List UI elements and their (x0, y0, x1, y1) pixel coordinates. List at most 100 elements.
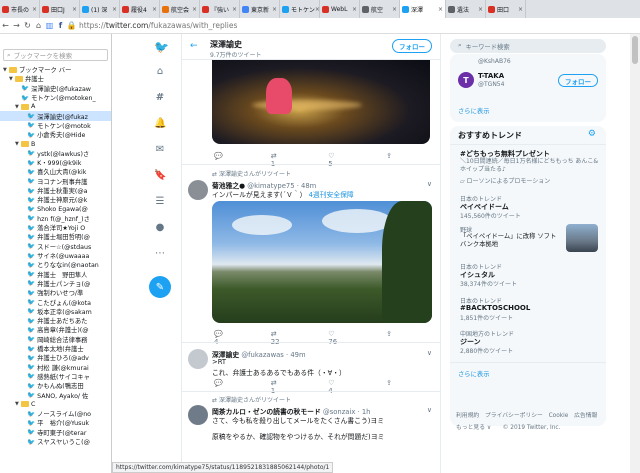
reload-icon[interactable]: ↻ (22, 21, 33, 30)
explore-hashtag-icon[interactable]: # (154, 92, 166, 103)
bookmarks-nav-icon[interactable]: 🔖 (154, 170, 166, 181)
reply-icon[interactable]: 💬 (214, 152, 223, 168)
browser-tab[interactable]: WebL × (320, 0, 360, 18)
messages-envelope-icon[interactable]: ✉ (154, 144, 166, 155)
retweet-button[interactable]: ⇄ 1 (271, 152, 281, 168)
tab-close-icon[interactable]: × (478, 6, 483, 13)
bookmark-item[interactable]: 🐦 高島章(弁護士)(@ (0, 325, 111, 335)
bookmark-item[interactable]: 🐦 弁護士 野田隼人 (0, 270, 111, 279)
like-button[interactable]: ♡ 76 (328, 330, 338, 346)
chevron-down-icon[interactable]: ∨ (427, 349, 432, 357)
home-icon[interactable]: ⌂ (33, 21, 44, 30)
bookmark-item[interactable]: 🐦 小倉秀夫(@Hide (0, 130, 111, 140)
like-button[interactable]: ♡ 5 (328, 152, 338, 168)
bookmark-item[interactable]: 🐦 岡崎総合法律事務 (0, 335, 111, 344)
news-headline[interactable]: 「ペイペイドーム」に改称 ソフトバンク本拠地 (460, 233, 560, 249)
bookmark-item[interactable]: 🐦 深澤諭史(@fukazaw (0, 84, 111, 93)
browser-tab[interactable]: 田口 × (486, 0, 526, 18)
browser-tab[interactable]: 遺法 × (446, 0, 486, 18)
notifications-bell-icon[interactable]: 🔔 (154, 118, 166, 129)
browser-tab[interactable]: 航空会 × (160, 0, 200, 18)
reply-icon[interactable]: 💬 4 (214, 330, 223, 346)
compose-tweet-button[interactable]: ✎ (149, 276, 171, 298)
tab-close-icon[interactable]: × (438, 6, 443, 13)
bookmark-folder[interactable]: ▼ A (0, 102, 111, 111)
home-nav-icon[interactable]: ⌂ (154, 66, 166, 77)
bookmark-folder[interactable]: ▼ C (0, 400, 111, 409)
bookmark-item[interactable]: 🐦 弁護士堀田哲明(@ (0, 232, 111, 242)
bookmark-item[interactable]: 🐦 hzn f(@_hznf_)さ (0, 214, 111, 223)
chevron-down-icon[interactable]: ∨ (427, 406, 432, 414)
tab-close-icon[interactable]: × (272, 6, 277, 13)
news-thumbnail[interactable] (566, 224, 598, 252)
account-handle[interactable]: @KshAB76 (478, 58, 511, 65)
scrollbar-thumb[interactable] (632, 36, 638, 64)
follow-button[interactable]: フォロー (558, 74, 598, 87)
bookmark-item[interactable]: 🐦 弁護士秋重実(@a (0, 186, 111, 196)
browser-tab[interactable]: 航空 × (360, 0, 400, 18)
show-more-link[interactable]: さらに表示 (458, 106, 489, 115)
share-icon[interactable]: ⇪ (386, 330, 392, 346)
page-scrollbar[interactable] (630, 34, 640, 473)
bookmark-item[interactable]: 🐦 モトケン(@motok (0, 121, 111, 130)
tab-close-icon[interactable]: × (232, 6, 237, 13)
tab-close-icon[interactable]: × (518, 6, 523, 13)
bookmark-item[interactable]: 🐦 橋本太地(弁護士 (0, 344, 111, 354)
share-icon[interactable]: ⇪ (386, 379, 392, 395)
avatar[interactable] (188, 180, 208, 200)
bookmark-item[interactable]: 🐦 ystk(@lawkus)さ (0, 149, 111, 158)
bookmark-item[interactable]: 🐦 弁護士神原元(@k (0, 195, 111, 205)
bookmark-folder[interactable]: ▼ 弁護士 (0, 74, 111, 83)
gear-icon[interactable]: ⚙ (588, 129, 596, 139)
bookmark-folder[interactable]: ▼ ブックマーク バー (0, 65, 111, 74)
url-text[interactable]: https://twitter.com/fukazawas/with_repli… (79, 21, 237, 30)
bookmark-item[interactable]: 🐦 寺町東子(@terar (0, 428, 111, 437)
back-icon[interactable]: ← (0, 21, 11, 30)
tab-close-icon[interactable]: × (72, 6, 77, 13)
bookmark-sidebar-icon[interactable]: ▥ (44, 21, 55, 30)
follow-button[interactable]: フォロー (392, 39, 432, 53)
avatar[interactable] (188, 349, 208, 369)
bookmark-search-input[interactable]: ⌕ ブックマークを検索 (3, 49, 108, 61)
retweet-button[interactable]: ⇄ 1 (271, 379, 281, 395)
bookmark-item[interactable]: 🐦 深澤諭史(@fukaz (0, 111, 111, 121)
bookmark-item[interactable]: 🐦 K・999(@k9ik (0, 158, 111, 168)
bookmark-item[interactable]: 🐦 モトケン(@motoken_ (0, 93, 111, 103)
browser-tab[interactable]: 東京新 × (240, 0, 280, 18)
tab-close-icon[interactable]: × (112, 6, 117, 13)
bookmark-item[interactable]: 🐦 SANO, Ayako/ 佐 (0, 390, 111, 400)
bookmark-item[interactable]: 🐦 坂本正幸(@sakam (0, 307, 111, 316)
like-button[interactable]: ♡ 4 (328, 379, 338, 395)
share-icon[interactable]: ⇪ (386, 152, 392, 168)
bookmark-item[interactable]: 🐦 サイネ(@uwaaaa (0, 251, 111, 261)
bookmark-item[interactable]: 🐦 Shoko Egawa(@ (0, 204, 111, 213)
bookmark-item[interactable]: 🐦 強制わいせつ/準 (0, 288, 111, 298)
trend-name[interactable]: #BACKTOSCHOOL (460, 304, 530, 312)
browser-tab[interactable]: 深澤 × (400, 0, 446, 18)
footer-copyright[interactable]: もっと見る ∨ © 2019 Twitter, Inc. (456, 422, 560, 431)
reply-icon[interactable]: 💬 (214, 379, 223, 395)
bookmark-item[interactable]: 🐦 弁護士ひろ(@adv (0, 353, 111, 363)
bookmark-item[interactable]: 🐦 弁護士パンチョ(@ (0, 279, 111, 288)
footer-links[interactable]: 利用規約 プライバシーポリシー Cookie 広告情報 (456, 410, 597, 419)
browser-tab[interactable]: 田口J × (40, 0, 80, 18)
landscape-photo[interactable] (212, 201, 432, 323)
night-city-photo[interactable] (212, 60, 430, 144)
tab-close-icon[interactable]: × (192, 6, 197, 13)
bookmark-item[interactable]: 🐦 村松 謙(@kmurai (0, 363, 111, 372)
bookmark-item[interactable]: 🐦 平 裕介(@Yusuk (0, 418, 111, 428)
browser-tab[interactable]: 『強い × (200, 0, 240, 18)
bookmark-item[interactable]: 🐦 かもんぬ(鴨志田 (0, 381, 111, 391)
tab-close-icon[interactable]: × (352, 6, 357, 13)
browser-tab[interactable]: 履役4 × (120, 0, 160, 18)
browser-tab[interactable]: (1) 深 × (80, 0, 120, 18)
account-handle[interactable]: @TGN54 (478, 81, 504, 88)
bookmark-item[interactable]: 🐦 こたぴょん(@kota (0, 297, 111, 307)
profile-icon[interactable]: ● (154, 222, 166, 233)
browser-tab[interactable]: 市長の × (0, 0, 40, 18)
bookmark-item[interactable]: 🐦 感熱紙(サイコキャ (0, 372, 111, 381)
tab-close-icon[interactable]: × (32, 6, 37, 13)
browser-tab[interactable]: モトケン × (280, 0, 320, 18)
bookmark-item[interactable]: 🐦 ヨコナン刑事弁護 (0, 177, 111, 186)
bookmark-item[interactable]: 🐦 ノースライム(@no (0, 409, 111, 419)
